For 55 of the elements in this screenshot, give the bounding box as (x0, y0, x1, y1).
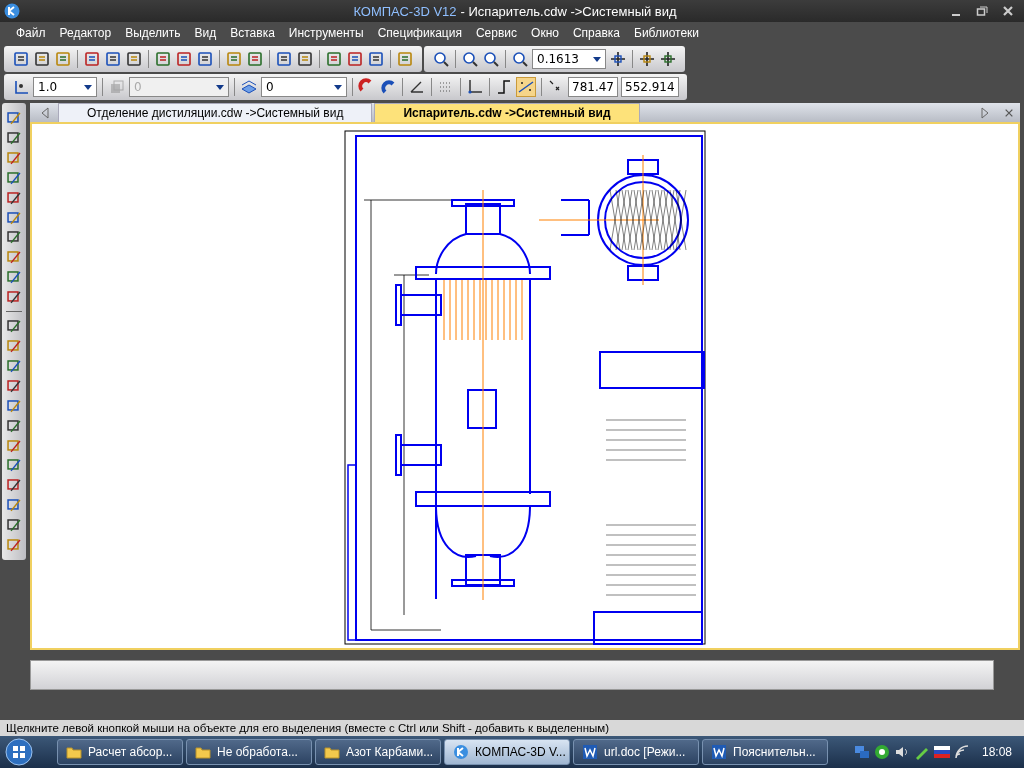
y-coordinate-field[interactable]: 552.914 (621, 77, 679, 97)
menu-item[interactable]: Выделить (125, 26, 181, 40)
layer-dropdown[interactable]: 0 (261, 77, 347, 97)
taskbar-button[interactable]: Расчет абсор... (57, 739, 183, 765)
document-tab[interactable]: Испаритель.cdw ->Системный вид (374, 103, 640, 123)
local-cs-icon[interactable] (12, 78, 30, 96)
signal-icon[interactable] (953, 744, 970, 760)
menu-item[interactable]: Библиотеки (634, 26, 700, 40)
folder-icon (324, 744, 340, 760)
snap-toggle-icon[interactable] (516, 77, 536, 97)
folder-icon (66, 744, 82, 760)
zoom-window-icon[interactable] (432, 50, 450, 68)
taskbar-button[interactable]: КОМПАС-3D V... (444, 739, 570, 765)
clock: 18:08 (981, 745, 1012, 759)
taskbar-button[interactable]: url.doc [Режи... (573, 739, 699, 765)
taskbar-button[interactable]: Не обработа... (186, 739, 312, 765)
close-icon[interactable] (1002, 5, 1014, 17)
menu-item[interactable]: Вставка (230, 26, 275, 40)
orthogonal-icon[interactable] (495, 78, 513, 96)
menu-item[interactable]: Спецификация (377, 26, 462, 40)
document-tab[interactable]: Отделение дистиляции.cdw ->Системный вид (58, 103, 373, 123)
zoom-in-icon[interactable] (461, 50, 479, 68)
menu-item[interactable]: Окно (531, 26, 559, 40)
circle-app-icon[interactable] (873, 744, 890, 760)
start-button-icon[interactable] (4, 737, 34, 767)
layers-icon[interactable] (240, 78, 258, 96)
taskbar-button[interactable]: Пояснительн... (702, 739, 828, 765)
document-app-icon (711, 744, 727, 760)
menu-item[interactable]: Справка (572, 26, 620, 40)
x-coordinate-field[interactable]: 781.47 (568, 77, 618, 97)
flag-icon[interactable] (933, 744, 950, 760)
scroll-right-icon[interactable] (980, 106, 990, 119)
magnet-icon[interactable] (379, 78, 397, 96)
line-scale-dropdown[interactable]: 1.0 (33, 77, 97, 97)
scroll-left-icon[interactable] (40, 106, 50, 119)
pan-icon[interactable] (609, 50, 627, 68)
app-logo-icon (4, 3, 20, 19)
window-title-app: КОМПАС-3D V12 (353, 3, 457, 19)
zoom-scale-dropdown[interactable]: 0.1613 (532, 49, 606, 69)
menu-item[interactable]: Файл (16, 26, 46, 40)
menu-item[interactable]: Инструменты (288, 26, 364, 40)
document-app-icon (582, 744, 598, 760)
speaker-icon[interactable] (893, 744, 910, 760)
window-title-document: - Испаритель.cdw ->Системный вид (460, 3, 677, 19)
menu-item[interactable]: Редактор (59, 26, 112, 40)
coordinate-axes-icon[interactable] (466, 78, 484, 96)
menu-item[interactable]: Сервис (475, 26, 518, 40)
taskbar-button[interactable]: Азот Карбами... (315, 739, 441, 765)
folder-icon (195, 744, 211, 760)
restore-icon[interactable] (976, 5, 988, 17)
zoom-fit-icon[interactable] (482, 50, 500, 68)
status-bar-text: Щелкните левой кнопкой мыши на объекте для его выделения (вместе с Ctrl или Shift - добавить к выделенным) (0, 720, 1024, 736)
app-logo-icon (453, 744, 469, 760)
zoom-scale-icon[interactable] (511, 50, 529, 68)
menu-item[interactable]: Вид (194, 26, 217, 40)
